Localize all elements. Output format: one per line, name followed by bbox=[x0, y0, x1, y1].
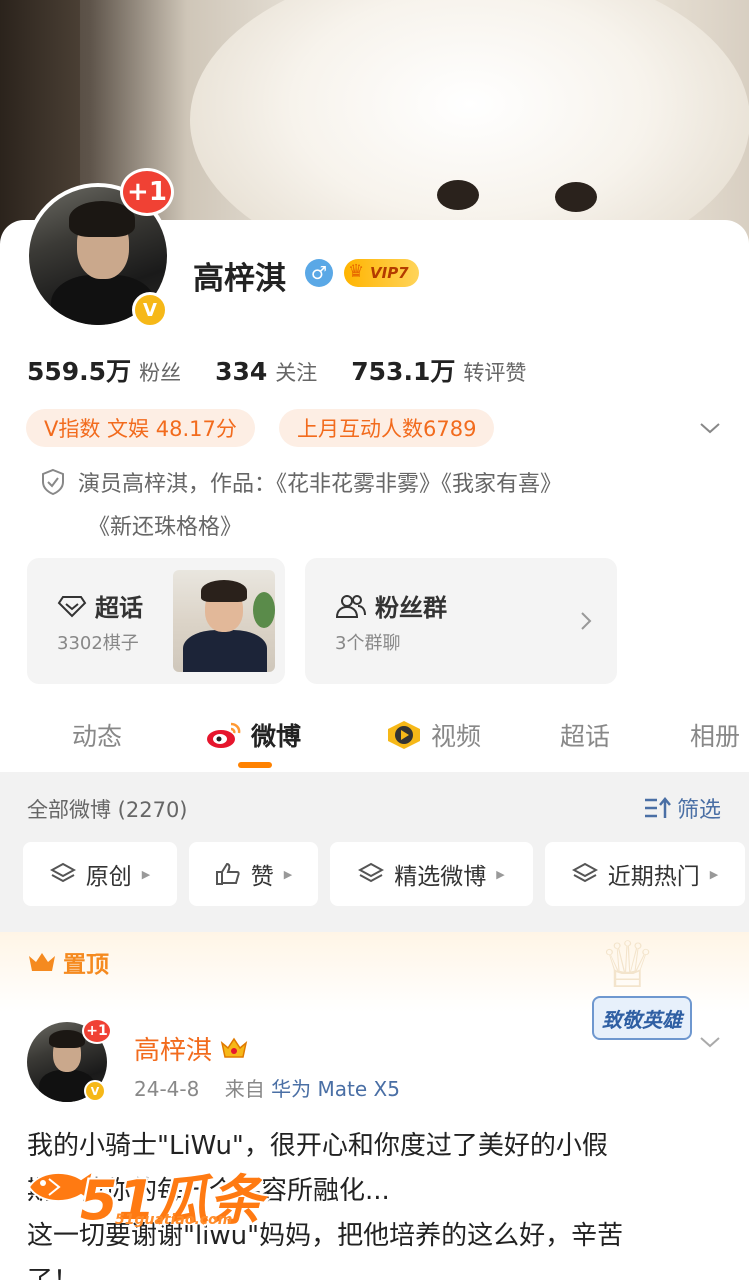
feed-filter-bar: 全部微博 (2270) 筛选 原创 ▶ 赞 ▶ 精选微博 ▶ 近期热门 ▶ bbox=[0, 772, 749, 932]
layers-icon bbox=[49, 862, 76, 883]
tab-label: 相册 bbox=[690, 722, 741, 751]
filter-button[interactable]: 筛选 bbox=[643, 792, 721, 824]
all-posts-count: 全部微博 (2270) bbox=[27, 798, 188, 822]
thumbs-up-icon bbox=[215, 862, 240, 885]
watermark-url: 51guatiao.com bbox=[115, 1212, 233, 1228]
tab-label: 动态 bbox=[72, 722, 123, 751]
chip-featured[interactable]: 精选微博 ▶ bbox=[330, 842, 533, 906]
avatar-hair bbox=[49, 1030, 85, 1048]
thumb-plant bbox=[253, 592, 275, 628]
layers-icon bbox=[571, 862, 598, 883]
vip-crown-icon: ♛ bbox=[348, 261, 365, 282]
chevron-right-icon bbox=[581, 612, 592, 630]
crown-icon bbox=[29, 953, 55, 971]
diamond-icon bbox=[57, 595, 87, 617]
profile-tabs: 动态 微博 视频 超话 相册 bbox=[0, 707, 749, 768]
caret-right-icon: ▶ bbox=[496, 867, 505, 881]
vip-level-badge[interactable]: ♛ VIP7 bbox=[344, 259, 419, 287]
bio-text-line2: 《新还珠格格》 bbox=[88, 515, 243, 540]
tab-label: 超话 bbox=[560, 722, 611, 751]
verified-badge-icon: V bbox=[132, 292, 168, 328]
stat-following[interactable]: 334 关注 bbox=[215, 357, 317, 387]
banner-dog-eye-right bbox=[555, 182, 597, 212]
banner-dog-fur bbox=[190, 0, 749, 250]
tab-video[interactable]: 视频 bbox=[385, 717, 481, 753]
stat-number: 334 bbox=[215, 357, 268, 386]
tab-label: 视频 bbox=[431, 722, 482, 751]
layers-icon bbox=[358, 862, 385, 883]
decorative-crown-icon: ♕ bbox=[598, 929, 657, 1003]
post-meta: 24-4-8 来自 华为 Mate X5 bbox=[134, 1073, 400, 1102]
post-avatar-story-badge: +1 bbox=[82, 1018, 112, 1044]
super-topic-count: 3302棋子 bbox=[57, 633, 139, 654]
super-topic-tile[interactable]: 超话 3302棋子 bbox=[27, 558, 285, 684]
fan-group-count: 3个群聊 bbox=[335, 633, 401, 654]
banner-dog-eye-left bbox=[437, 180, 479, 210]
bio-text-line1: 演员高梓淇，作品：《花非花雾非雾》《我家有喜》 bbox=[78, 472, 563, 497]
stat-label: 关注 bbox=[275, 361, 318, 385]
vip-level-label: VIP7 bbox=[370, 264, 409, 282]
fan-group-title: 粉丝群 bbox=[335, 588, 447, 623]
post-text-line: 了！ bbox=[27, 1259, 727, 1280]
post-author-text: 高梓淇 bbox=[134, 1036, 213, 1066]
profile-bio[interactable]: 演员高梓淇，作品：《花非花雾非雾》《我家有喜》 《新还珠格格》 bbox=[40, 463, 700, 549]
super-topic-title: 超话 bbox=[57, 588, 143, 623]
chip-label: 精选微博 bbox=[394, 864, 487, 890]
avatar-new-story-badge[interactable]: +1 bbox=[120, 168, 174, 216]
tab-label: 微博 bbox=[251, 722, 302, 751]
shield-icon bbox=[42, 468, 64, 496]
super-topic-label: 超话 bbox=[95, 594, 143, 622]
chevron-down-icon[interactable] bbox=[698, 1030, 722, 1054]
stat-label: 粉丝 bbox=[139, 361, 182, 385]
chip-label: 近期热门 bbox=[607, 864, 700, 890]
fan-group-tile[interactable]: 粉丝群 3个群聊 bbox=[305, 558, 617, 684]
pinned-text: 置顶 bbox=[63, 952, 109, 978]
profile-name: 高梓淇 bbox=[193, 261, 286, 297]
active-tab-indicator bbox=[238, 762, 272, 768]
chevron-down-icon[interactable] bbox=[698, 416, 722, 440]
thumb-body bbox=[183, 630, 267, 672]
chip-label: 原创 bbox=[85, 864, 132, 890]
post-author-name[interactable]: 高梓淇 bbox=[134, 1030, 248, 1067]
chip-recent-hot[interactable]: 近期热门 ▶ bbox=[545, 842, 745, 906]
tab-album[interactable]: 相册 bbox=[690, 717, 740, 753]
interaction-count-tag[interactable]: 上月互动人数6789 bbox=[279, 409, 495, 447]
fan-group-label: 粉丝群 bbox=[375, 594, 447, 622]
caret-right-icon: ▶ bbox=[141, 867, 151, 881]
chip-label: 赞 bbox=[250, 864, 274, 890]
post-source-prefix: 来自 bbox=[224, 1077, 265, 1101]
v-index-tag[interactable]: V指数 文娱 48.17分 bbox=[26, 409, 255, 447]
group-icon bbox=[335, 594, 366, 618]
profile-stats: 559.5万 粉丝 334 关注 753.1万 转评赞 bbox=[27, 352, 526, 388]
tab-weibo[interactable]: 微博 bbox=[205, 717, 301, 753]
tab-feed[interactable]: 动态 bbox=[72, 717, 122, 753]
caret-right-icon: ▶ bbox=[709, 867, 719, 881]
stat-number: 559.5万 bbox=[27, 357, 132, 386]
vip-crown-icon bbox=[220, 1037, 248, 1058]
weibo-logo-icon bbox=[207, 722, 241, 748]
super-topic-thumbnail bbox=[173, 570, 275, 672]
caret-right-icon: ▶ bbox=[283, 867, 293, 881]
chip-original[interactable]: 原创 ▶ bbox=[23, 842, 177, 906]
post-device[interactable]: 华为 Mate X5 bbox=[271, 1077, 400, 1101]
stat-label: 转评赞 bbox=[463, 361, 527, 385]
stat-number: 753.1万 bbox=[351, 357, 456, 386]
post-verified-badge-icon: V bbox=[84, 1080, 106, 1102]
tribute-heroes-stamp: 致敬英雄 bbox=[592, 996, 692, 1040]
chip-liked[interactable]: 赞 ▶ bbox=[189, 842, 318, 906]
video-play-icon bbox=[388, 721, 420, 749]
bio-line: 演员高梓淇，作品：《花非花雾非雾》《我家有喜》 bbox=[40, 463, 700, 506]
stat-followers[interactable]: 559.5万 粉丝 bbox=[27, 352, 181, 388]
post-date: 24-4-8 bbox=[134, 1077, 200, 1101]
male-gender-icon: ♂ bbox=[305, 259, 333, 287]
thumb-hair bbox=[201, 580, 247, 602]
filter-icon bbox=[644, 797, 671, 818]
pinned-label: 置顶 bbox=[27, 945, 109, 979]
stat-reposts-comments-likes[interactable]: 753.1万 转评赞 bbox=[351, 352, 526, 388]
filter-label: 筛选 bbox=[676, 798, 721, 823]
tab-super-topic[interactable]: 超话 bbox=[560, 717, 610, 753]
